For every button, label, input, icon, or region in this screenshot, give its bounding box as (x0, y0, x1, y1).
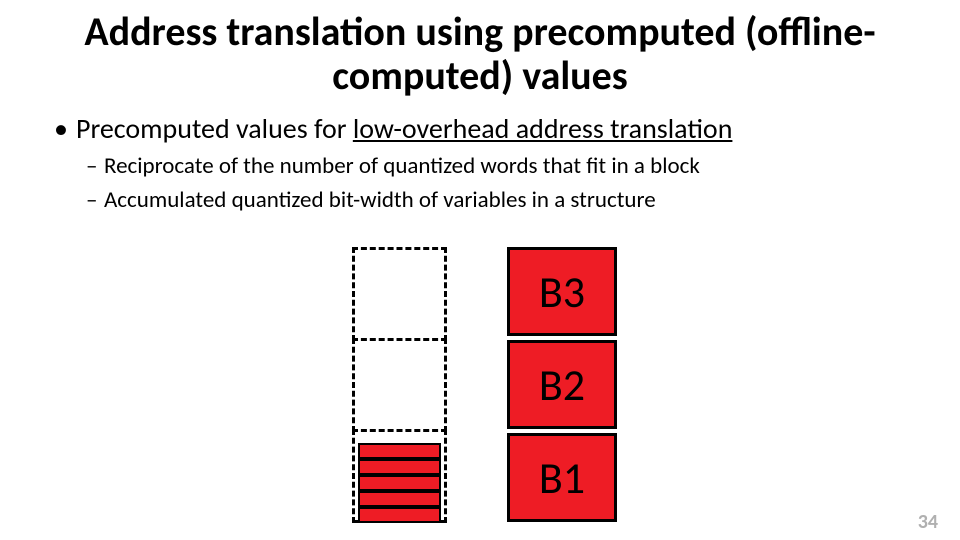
slide-title: Address translation using precomputed (o… (36, 10, 924, 98)
page-number: 34 (918, 510, 938, 534)
red-row (358, 443, 441, 459)
slide: Address translation using precomputed (o… (0, 0, 960, 540)
block-b1: B1 (507, 433, 617, 522)
bullet-level1: Precomputed values for low-overhead addr… (54, 112, 924, 146)
red-row (358, 507, 441, 523)
red-row (358, 491, 441, 507)
dashed-cell-top (352, 247, 447, 341)
dashed-cell-mid (352, 338, 447, 432)
red-row (358, 475, 441, 491)
bullet1-text-underline: low-overhead address translation (353, 111, 733, 146)
bullet1-text-pre: Precomputed values for (76, 111, 353, 146)
block-b2: B2 (507, 340, 617, 429)
dashed-column (352, 247, 447, 522)
block-b3: B3 (507, 247, 617, 336)
diagram: B3 B2 B1 (352, 247, 652, 532)
bullet-level2-1: Reciprocate of the number of quantized w… (86, 152, 924, 181)
bullet-level2-2: Accumulated quantized bit-width of varia… (86, 186, 924, 215)
red-row (358, 459, 441, 475)
block-column: B3 B2 B1 (507, 247, 617, 522)
